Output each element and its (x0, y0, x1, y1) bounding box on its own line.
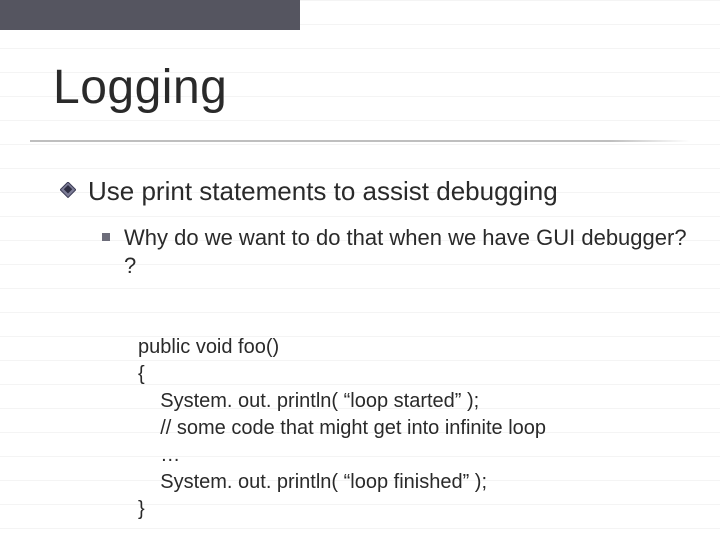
title-divider (30, 140, 690, 142)
slide-title: Logging (53, 60, 227, 115)
code-line: System. out. println( “loop finished” ); (138, 471, 487, 493)
code-line: } (138, 498, 145, 520)
diamond-bullet-icon (60, 182, 76, 198)
bullet-1-text: Use print statements to assist debugging (88, 175, 558, 208)
bullet-level-2: Why do we want to do that when we have G… (102, 224, 690, 281)
code-line: public void foo() (138, 336, 279, 358)
slide-content: Use print statements to assist debugging… (60, 175, 690, 540)
bullet-2-text: Why do we want to do that when we have G… (124, 224, 690, 281)
code-line: // some code that might get into infinit… (138, 417, 546, 439)
code-line: { (138, 363, 145, 385)
header-accent-bar (0, 0, 300, 30)
code-block: public void foo() { System. out. println… (138, 307, 690, 540)
bullet-level-1: Use print statements to assist debugging (60, 175, 690, 208)
square-bullet-icon (102, 233, 110, 241)
code-line: … (138, 444, 180, 466)
slide: Logging Use print statements to assist d… (0, 0, 720, 540)
code-line: System. out. println( “loop started” ); (138, 390, 479, 412)
